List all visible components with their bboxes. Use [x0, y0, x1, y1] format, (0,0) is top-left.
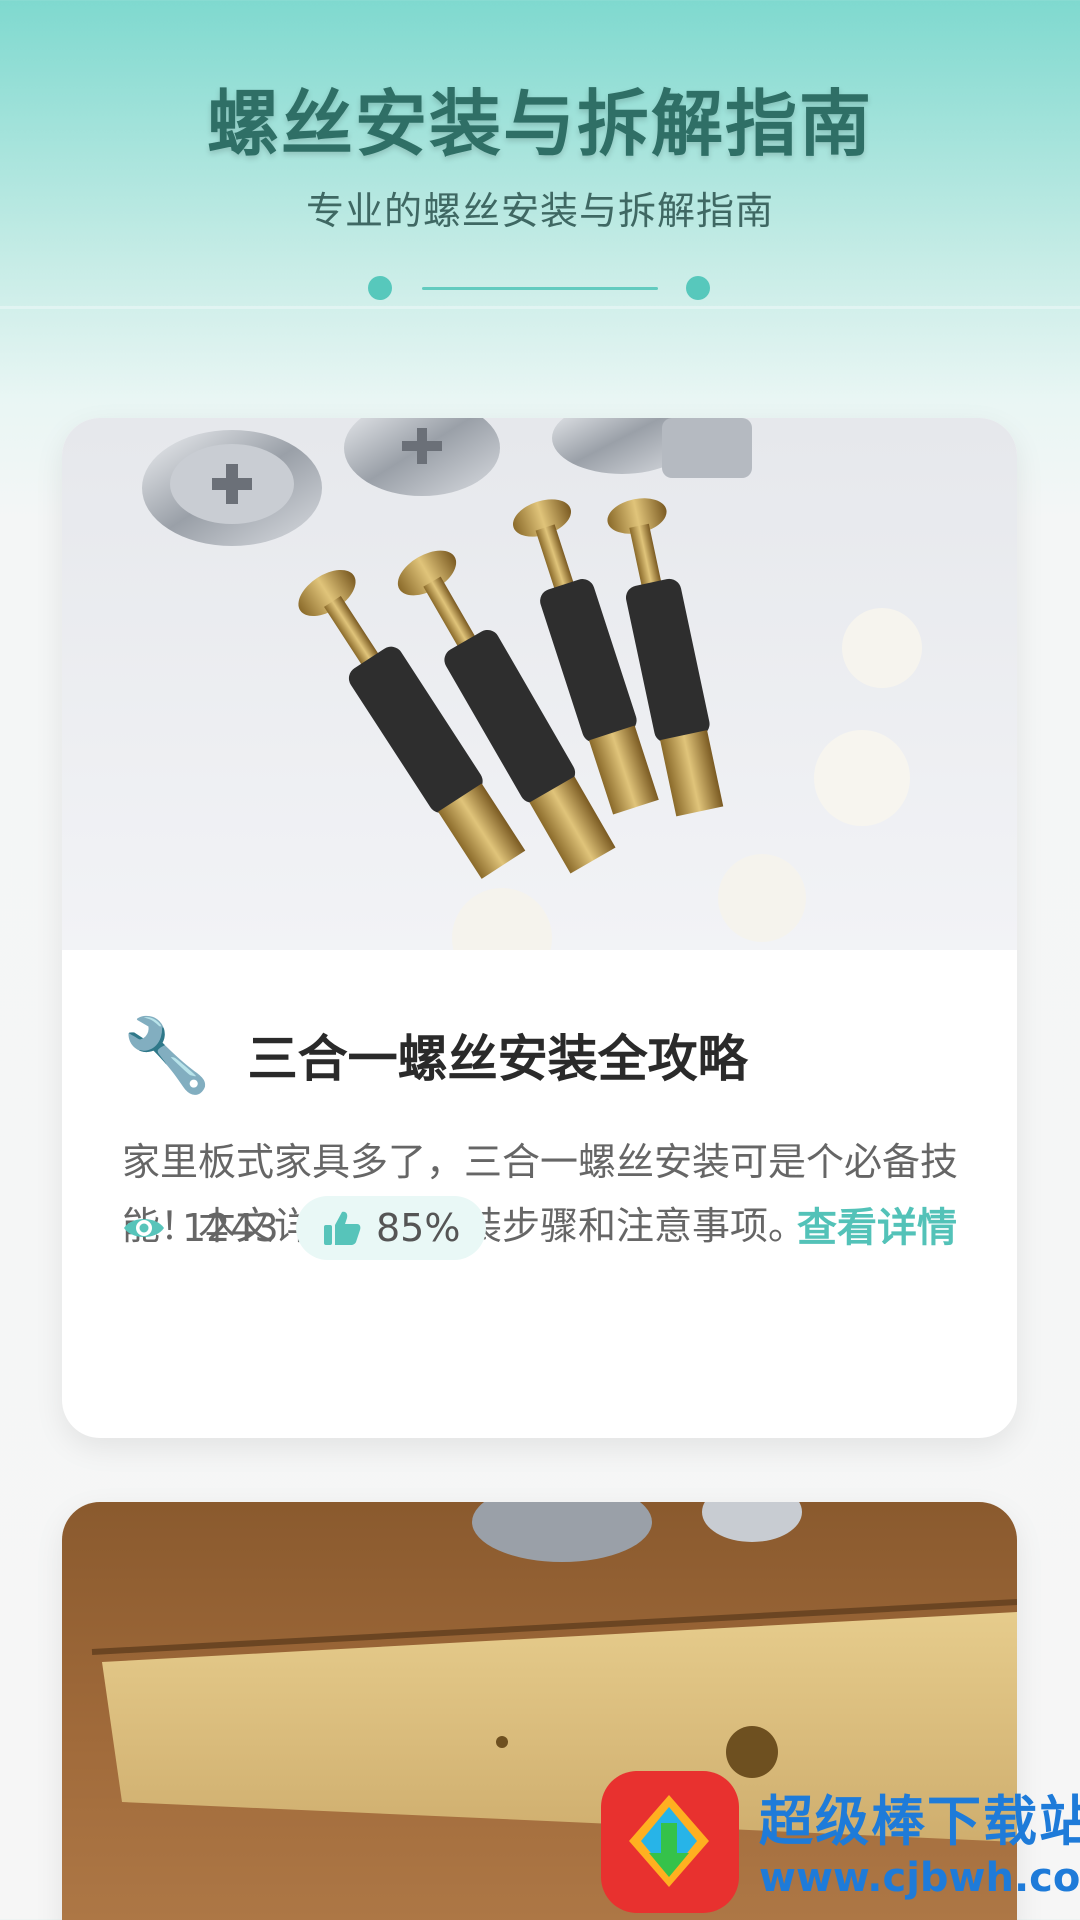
article-image	[62, 418, 1017, 950]
divider-line	[422, 287, 658, 290]
article-meta: 1243 85% 查看详情	[122, 1196, 957, 1260]
watermark-url: www.cjbwh.com	[759, 1855, 1080, 1901]
page-title: 螺丝安装与拆解指南	[206, 82, 873, 166]
likes-badge[interactable]: 85%	[296, 1196, 487, 1260]
wrench-icon: 🔧	[122, 1013, 212, 1097]
watermark: 超级棒下载站 www.cjbwh.com	[597, 1767, 1080, 1920]
divider-dot-right	[686, 276, 710, 300]
view-details-link[interactable]: 查看详情	[797, 1196, 957, 1260]
header-band	[0, 306, 1080, 309]
watermark-name: 超级棒下载站	[759, 1790, 1080, 1853]
decorative-divider	[0, 272, 1080, 302]
divider-dot-left	[368, 276, 392, 300]
download-site-logo-icon	[601, 1771, 739, 1913]
eye-icon	[124, 1219, 164, 1237]
page-subtitle: 专业的螺丝安装与拆解指南	[305, 189, 774, 233]
page-header: 螺丝安装与拆解指南 专业的螺丝安装与拆解指南	[0, 0, 1080, 310]
likes-value: 85%	[376, 1206, 461, 1250]
article-title: 三合一螺丝安装全攻略	[247, 1030, 748, 1088]
article-card[interactable]: 🔧 三合一螺丝安装全攻略 家里板式家具多了，三合一螺丝安装可是个必备技能！本文详…	[62, 418, 1017, 1438]
article-body: 🔧 三合一螺丝安装全攻略 家里板式家具多了，三合一螺丝安装可是个必备技能！本文详…	[62, 950, 1017, 1438]
views-stat: 1243	[122, 1196, 279, 1260]
views-count: 1243	[182, 1206, 279, 1250]
fasteners-photo	[62, 418, 1017, 950]
article-title-row: 🔧 三合一螺丝安装全攻略	[122, 1010, 748, 1100]
thumbs-up-icon	[324, 1211, 361, 1245]
